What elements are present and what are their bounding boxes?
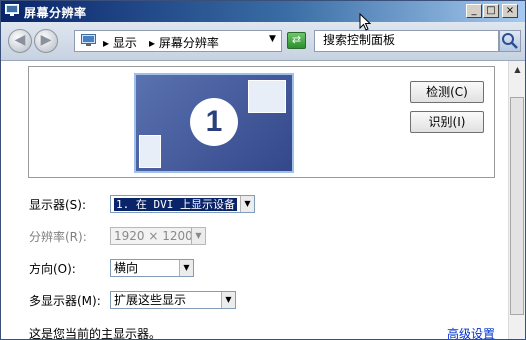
forward-button[interactable]: ▶ [34, 29, 58, 53]
search-icon [502, 33, 518, 49]
main-content: 1 检测(C) 识别(I) 显示器(S): 1. 在 DVI 上显示设备 ▼ 分… [1, 61, 508, 340]
multi-display-select-value: 扩展这些显示 [114, 293, 187, 307]
orientation-select-value: 横向 [114, 261, 139, 275]
back-arrow-icon: ◀ [14, 32, 26, 48]
chevron-down-icon[interactable]: ▼ [269, 34, 276, 44]
monitor-1[interactable]: 1 [134, 73, 294, 173]
monitor-icon [81, 34, 96, 46]
breadcrumb-item-display[interactable]: ▸ 显示 [103, 34, 137, 51]
close-button[interactable]: × [502, 4, 518, 18]
chevron-down-icon: ▼ [191, 228, 205, 244]
window-thumbnail-icon [139, 135, 161, 168]
advanced-settings-link[interactable]: 高级设置 [447, 325, 495, 339]
mouse-cursor-icon [359, 13, 371, 31]
search-button[interactable] [499, 30, 521, 52]
display-label: 显示器(S): [29, 198, 87, 212]
vertical-scrollbar[interactable]: ▲ [508, 61, 525, 339]
orientation-label: 方向(O): [29, 262, 76, 276]
resolution-select: 1920 × 1200 ▼ [110, 227, 206, 245]
window-title: 屏幕分辨率 [24, 6, 87, 20]
resolution-select-value: 1920 × 1200 [114, 229, 193, 243]
back-button[interactable]: ◀ [8, 29, 32, 53]
display-settings-icon [5, 4, 19, 16]
window: 屏幕分辨率 _ □ × ◀ ▶ ▸ 显示 ▸ 屏幕分辨率 ▼ ⇄ 搜索控制面板 [0, 0, 526, 340]
resolution-label: 分辨率(R): [29, 230, 87, 244]
breadcrumb[interactable]: ▸ 显示 ▸ 屏幕分辨率 ▼ [74, 30, 282, 52]
search-input[interactable]: 搜索控制面板 [314, 30, 499, 52]
multi-display-select[interactable]: 扩展这些显示 ▼ [110, 291, 236, 309]
address-bar: ◀ ▶ ▸ 显示 ▸ 屏幕分辨率 ▼ ⇄ 搜索控制面板 [1, 22, 525, 61]
forward-arrow-icon: ▶ [40, 32, 52, 48]
refresh-button[interactable]: ⇄ [287, 32, 306, 49]
breadcrumb-item-resolution[interactable]: ▸ 屏幕分辨率 [149, 34, 219, 51]
title-bar[interactable]: 屏幕分辨率 _ □ × [1, 1, 525, 22]
status-text: 这是您当前的主显示器。 [29, 327, 162, 340]
monitor-preview-area: 1 检测(C) 识别(I) [28, 66, 495, 178]
multi-display-label: 多显示器(M): [29, 294, 101, 308]
detect-button[interactable]: 检测(C) [410, 81, 484, 103]
maximize-button[interactable]: □ [483, 4, 499, 18]
refresh-icon: ⇄ [291, 33, 302, 46]
display-select[interactable]: 1. 在 DVI 上显示设备 ▼ [110, 195, 255, 213]
chevron-down-icon[interactable]: ▼ [179, 260, 193, 276]
scrollbar-thumb[interactable] [510, 97, 524, 315]
chevron-down-icon[interactable]: ▼ [240, 196, 254, 212]
orientation-select[interactable]: 横向 ▼ [110, 259, 194, 277]
window-thumbnail-icon [248, 80, 286, 113]
monitor-number: 1 [190, 98, 238, 146]
identify-button[interactable]: 识别(I) [410, 111, 484, 133]
display-select-value: 1. 在 DVI 上显示设备 [114, 198, 237, 211]
chevron-down-icon[interactable]: ▼ [221, 292, 235, 308]
scroll-up-icon[interactable]: ▲ [509, 61, 525, 78]
minimize-button[interactable]: _ [466, 4, 482, 18]
